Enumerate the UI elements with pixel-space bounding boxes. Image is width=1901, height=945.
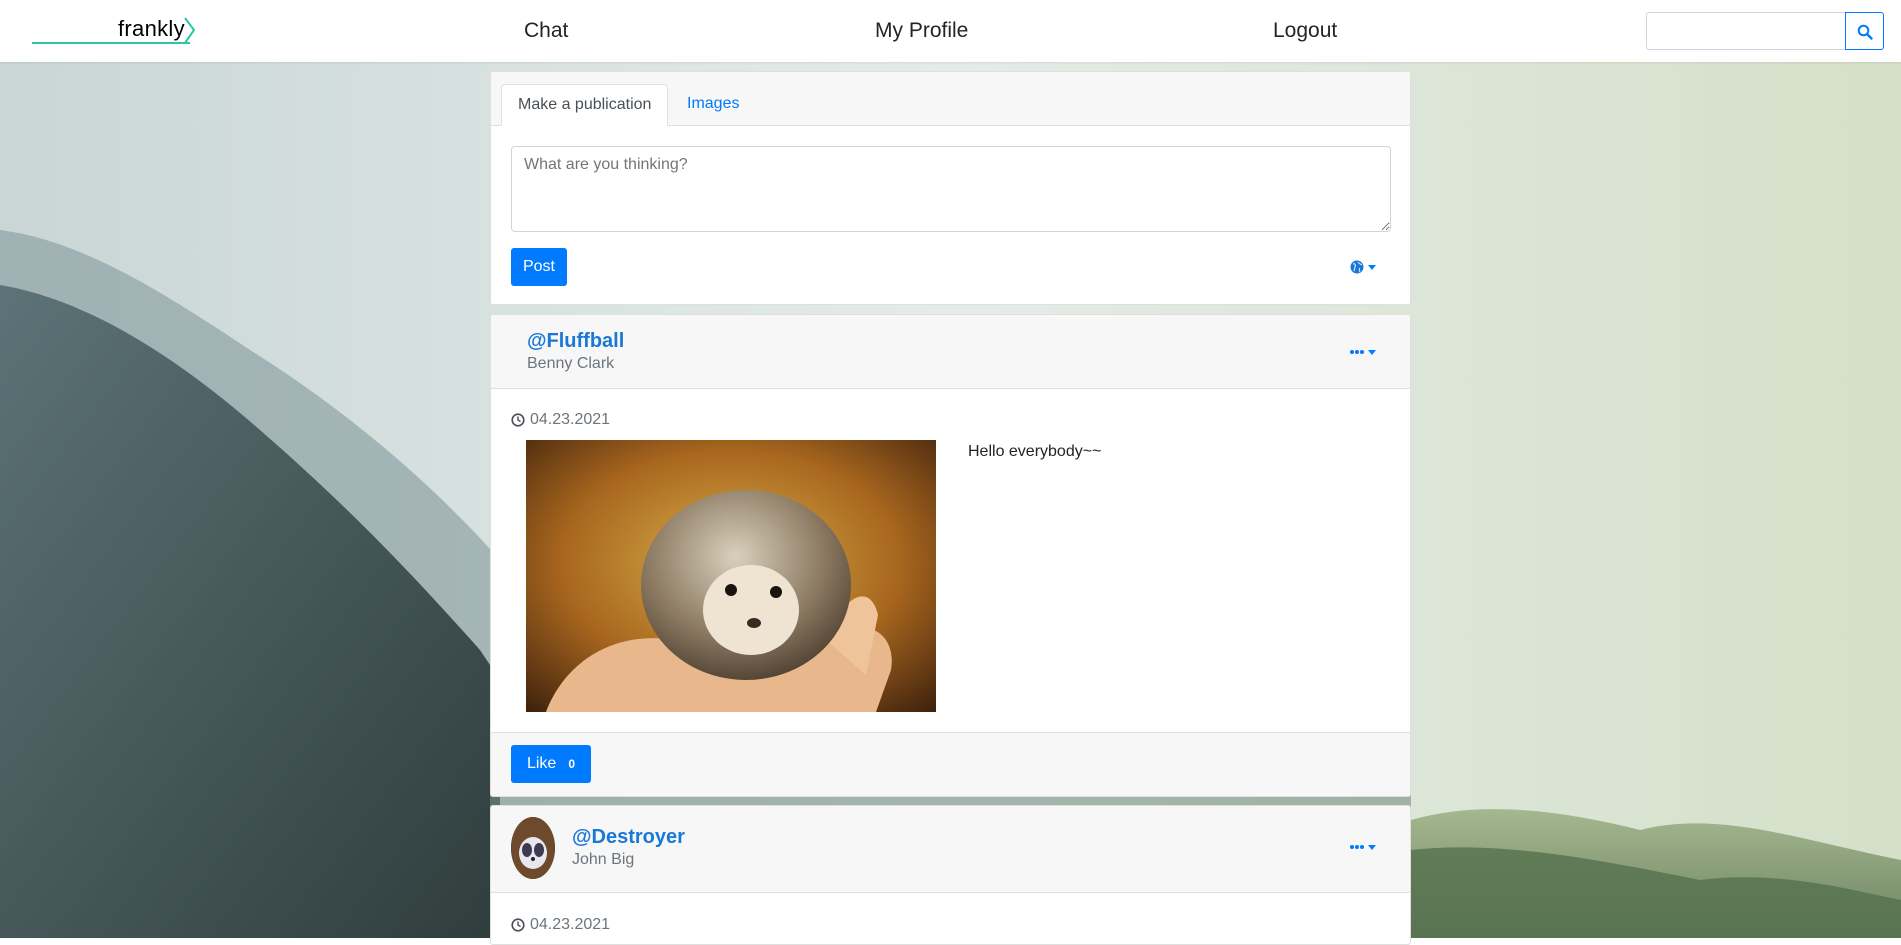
avatar-image (511, 817, 555, 879)
clock-icon (511, 413, 525, 427)
search-button[interactable] (1845, 12, 1884, 50)
post-date: 04.23.2021 (511, 916, 610, 934)
tab-make-publication[interactable]: Make a publication (501, 84, 669, 126)
post-card: @Destroyer John Big 04.23.2021 (490, 805, 1411, 945)
brand-logo[interactable]: frankly (32, 14, 202, 48)
clock-icon (511, 918, 525, 932)
publication-composer: Make a publication Images Post (490, 71, 1411, 305)
like-count: 0 (568, 757, 576, 771)
post-fullname: John Big (572, 851, 635, 868)
visibility-dropdown[interactable] (1350, 260, 1376, 274)
post-text-input[interactable] (511, 146, 1391, 232)
composer-tabs: Make a publication Images (491, 72, 1410, 126)
nav-my-profile-link[interactable]: My Profile (875, 19, 968, 43)
post-button[interactable]: Post (511, 248, 567, 286)
brand-name: frankly (118, 16, 185, 41)
search-icon (1857, 24, 1873, 40)
post-options-dropdown[interactable] (1350, 844, 1376, 850)
chevron-down-icon (1368, 349, 1376, 355)
ellipsis-icon (1350, 350, 1364, 354)
nav-chat-link[interactable]: Chat (524, 19, 568, 43)
post-header: @Fluffball Benny Clark (491, 315, 1410, 389)
post-date: 04.23.2021 (511, 411, 610, 429)
post-username[interactable]: @Destroyer (572, 826, 685, 849)
top-navbar: frankly Chat My Profile Logout (0, 0, 1901, 62)
ellipsis-icon (1350, 845, 1364, 849)
chevron-down-icon (1368, 844, 1376, 850)
search-input[interactable] (1646, 12, 1846, 50)
post-date-text: 04.23.2021 (530, 411, 611, 428)
post-card: @Fluffball Benny Clark 04.23.2021 Hello … (490, 314, 1411, 797)
post-options-dropdown[interactable] (1350, 349, 1376, 355)
tab-images[interactable]: Images (671, 84, 755, 126)
nav-logout-link[interactable]: Logout (1273, 19, 1337, 43)
post-text: Hello everybody~~ (968, 443, 1102, 460)
like-button[interactable]: Like 0 (511, 745, 591, 783)
chevron-down-icon (1368, 264, 1376, 270)
post-fullname: Benny Clark (527, 355, 615, 372)
globe-icon (1350, 260, 1364, 274)
post-username[interactable]: @Fluffball (527, 330, 624, 353)
post-header: @Destroyer John Big (491, 806, 1410, 893)
post-date-text: 04.23.2021 (530, 916, 611, 933)
post-footer: Like 0 (491, 732, 1410, 796)
avatar[interactable] (511, 817, 555, 879)
like-label: Like (526, 755, 557, 772)
hedgehog-photo[interactable] (526, 440, 936, 712)
